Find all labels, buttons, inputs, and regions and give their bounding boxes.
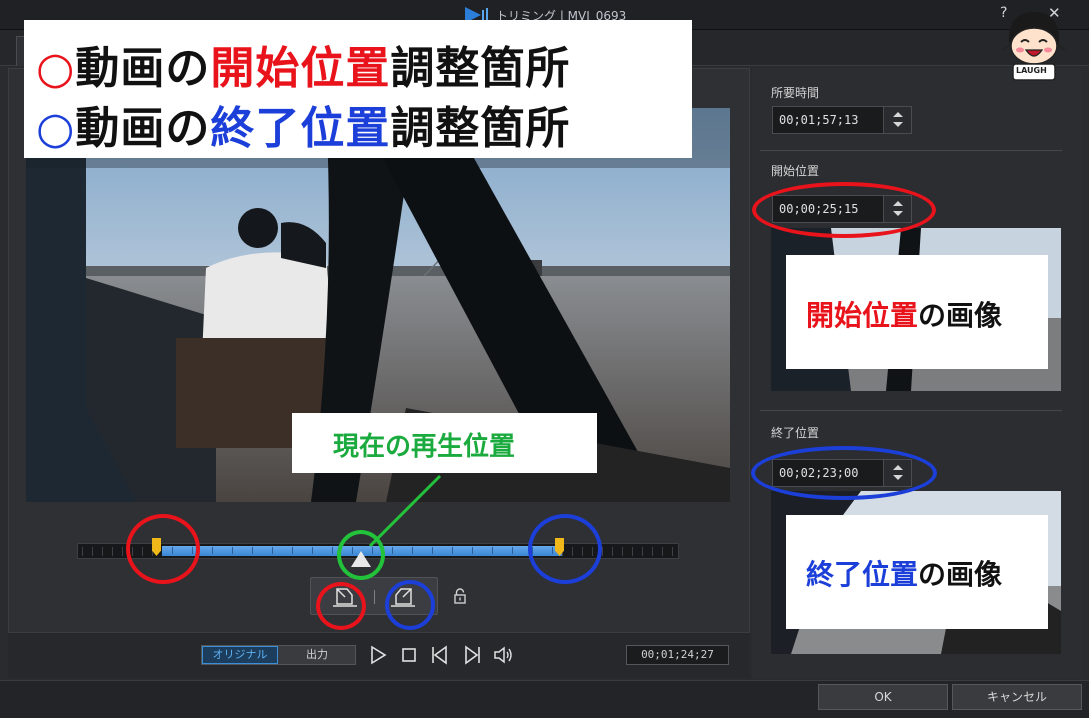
start-position-label: 開始位置 <box>771 164 820 178</box>
end-legend-pre: 動画の <box>75 103 211 154</box>
end-legend-line: ○動画の終了位置調整箇所 <box>36 92 570 156</box>
selected-range-tick <box>332 547 333 554</box>
duration-stepper[interactable] <box>883 107 911 133</box>
timeline-tick <box>102 547 103 556</box>
original-button[interactable]: オリジナル <box>202 646 278 664</box>
end-position-label: 終了位置 <box>771 426 820 440</box>
selected-range-tick <box>512 547 513 554</box>
end-image-rest: の画像 <box>918 558 1003 591</box>
start-image-rest: の画像 <box>918 299 1003 332</box>
next-frame-icon[interactable] <box>462 644 482 666</box>
duration-field[interactable]: 00;01;57;13 <box>772 106 912 134</box>
divider <box>760 150 1062 151</box>
end-legend-highlight: 終了位置 <box>210 103 391 154</box>
mark-buttons-separator <box>374 590 375 604</box>
duration-value: 00;01;57;13 <box>779 113 859 127</box>
mark-out-ring <box>385 580 435 630</box>
end-image-highlight: 終了位置 <box>806 558 919 591</box>
lock-icon[interactable] <box>453 588 467 604</box>
timeline-tick <box>622 547 623 556</box>
timeline-tick <box>112 547 113 556</box>
timeline-tick <box>122 547 123 556</box>
timeline-tick <box>642 547 643 556</box>
mascot-label: LAUGH <box>1016 66 1047 75</box>
previous-frame-icon[interactable] <box>430 644 450 666</box>
end-legend-mark: ○ <box>36 103 76 154</box>
selected-range-tick <box>252 547 253 554</box>
timeline-tick <box>662 547 663 556</box>
current-timecode: 00;01;24;27 <box>626 645 729 665</box>
mark-in-ring <box>316 582 366 630</box>
start-legend-post: 調整箇所 <box>390 43 571 94</box>
volume-icon[interactable] <box>493 644 513 666</box>
end-legend-post: 調整箇所 <box>390 103 571 154</box>
start-legend-mark: ○ <box>36 43 76 94</box>
start-image-caption: 開始位置の画像 <box>806 294 1002 334</box>
end-image-caption: 終了位置の画像 <box>806 553 1002 593</box>
timeline-tick <box>612 547 613 556</box>
timeline-tick <box>632 547 633 556</box>
timeline-tick <box>82 547 83 556</box>
play-icon[interactable] <box>368 644 388 666</box>
timeline-tick <box>672 547 673 556</box>
selected-range-tick <box>232 547 233 554</box>
timeline-tick <box>652 547 653 556</box>
start-marker-ring <box>126 514 200 584</box>
stop-icon[interactable] <box>399 644 419 666</box>
end-field-ring <box>751 446 937 500</box>
selected-range-tick <box>312 547 313 554</box>
start-legend-line: ○動画の開始位置調整箇所 <box>36 32 570 96</box>
start-image-highlight: 開始位置 <box>806 299 919 332</box>
trim-dialog: トリミング | MVI_0693 ? ✕ オリジナル 出力 00;01;24;2… <box>0 0 1089 718</box>
start-legend-highlight: 開始位置 <box>210 43 391 94</box>
selected-range-tick <box>292 547 293 554</box>
view-mode-toggle: オリジナル 出力 <box>201 645 356 665</box>
selected-range-tick <box>272 547 273 554</box>
start-legend-pre: 動画の <box>75 43 211 94</box>
ok-button[interactable]: OK <box>818 684 948 710</box>
end-marker-ring <box>528 514 602 584</box>
selected-range-tick <box>212 547 213 554</box>
timeline-tick <box>92 547 93 556</box>
playhead-caption: 現在の再生位置 <box>333 432 516 462</box>
playhead-ring <box>337 530 385 580</box>
start-field-ring <box>752 182 936 238</box>
selected-range-tick <box>452 547 453 554</box>
duration-label: 所要時間 <box>771 86 820 100</box>
selected-range-tick <box>472 547 473 554</box>
cancel-button[interactable]: キャンセル <box>952 684 1082 710</box>
timeline-tick <box>602 547 603 556</box>
selected-range-tick <box>492 547 493 554</box>
output-button[interactable]: 出力 <box>279 646 355 664</box>
divider <box>760 410 1062 411</box>
